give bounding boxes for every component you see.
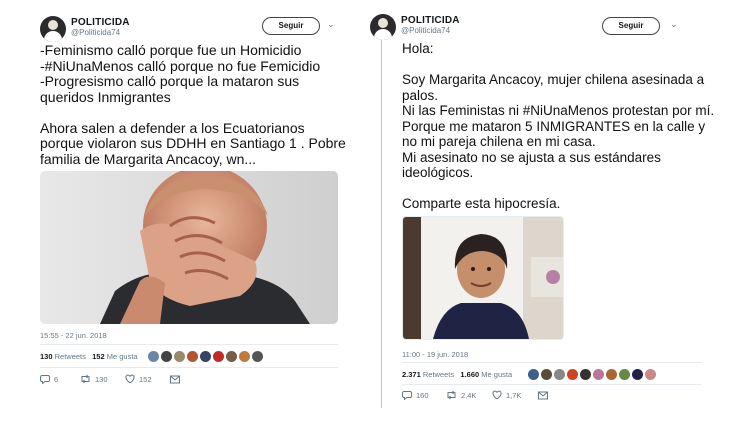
chevron-down-icon[interactable]: ⌄: [670, 19, 678, 30]
liker-avatar[interactable]: [174, 351, 185, 362]
likes-label[interactable]: Me gusta: [481, 370, 512, 379]
retweets-count[interactable]: 2.371: [402, 370, 421, 379]
like-button[interactable]: 1,7K: [492, 390, 538, 400]
engagement-stats: 130 Retweets 152 Me gusta: [40, 352, 138, 361]
retweet-button[interactable]: 130: [80, 374, 125, 384]
action-bar: 6 130 152: [40, 374, 190, 384]
message-button[interactable]: [170, 375, 180, 384]
retweets-label[interactable]: Retweets: [423, 370, 454, 379]
retweet-count: 2,4K: [461, 390, 477, 400]
reply-button[interactable]: 160: [402, 390, 446, 400]
likes-count[interactable]: 1.660: [460, 370, 479, 379]
reply-count: 6: [54, 374, 59, 384]
follow-button[interactable]: Seguir: [602, 17, 660, 35]
liker-avatar[interactable]: [567, 369, 578, 380]
divider: [381, 14, 382, 408]
retweets-label[interactable]: Retweets: [55, 352, 86, 361]
liker-avatar[interactable]: [554, 369, 565, 380]
reply-icon: [402, 391, 412, 400]
liker-avatar[interactable]: [593, 369, 604, 380]
engagement-stats: 2.371 Retweets 1.660 Me gusta: [402, 370, 512, 379]
handle[interactable]: @Politicida74: [401, 26, 450, 35]
heart-icon: [492, 390, 502, 400]
like-count: 152: [139, 374, 152, 384]
liker-avatar[interactable]: [187, 351, 198, 362]
facepalm-image: [40, 171, 338, 324]
separator: [40, 367, 338, 368]
separator: [402, 384, 702, 385]
like-button[interactable]: 152: [125, 374, 170, 384]
separator: [402, 362, 702, 363]
retweets-count[interactable]: 130: [40, 352, 53, 361]
likes-label[interactable]: Me gusta: [107, 352, 138, 361]
liker-avatar[interactable]: [200, 351, 211, 362]
chevron-down-icon[interactable]: ⌄: [327, 19, 335, 30]
envelope-icon: [170, 375, 180, 383]
avatar[interactable]: [40, 16, 66, 42]
liker-avatar[interactable]: [528, 369, 539, 380]
like-count: 1,7K: [506, 390, 522, 400]
reply-count: 160: [416, 390, 429, 400]
retweet-icon: [81, 374, 90, 384]
retweet-button[interactable]: 2,4K: [446, 390, 492, 400]
avatar[interactable]: [370, 14, 396, 40]
heart-icon: [125, 374, 135, 384]
display-name[interactable]: POLITICIDA: [71, 17, 130, 28]
liker-avatar[interactable]: [252, 351, 263, 362]
likers-avatars[interactable]: [528, 369, 656, 380]
follow-button[interactable]: Seguir: [262, 17, 320, 35]
tweet-text: Hola: Soy Margarita Ancacoy, mujer chile…: [402, 41, 715, 211]
liker-avatar[interactable]: [580, 369, 591, 380]
retweet-icon: [447, 390, 456, 400]
liker-avatar[interactable]: [541, 369, 552, 380]
likers-avatars[interactable]: [148, 351, 263, 362]
envelope-icon: [538, 391, 548, 399]
liker-avatar[interactable]: [161, 351, 172, 362]
tweet-card-1: POLITICIDA @Politicida74 Seguir ⌄ -Femin…: [0, 0, 380, 436]
liker-avatar[interactable]: [632, 369, 643, 380]
liker-avatar[interactable]: [213, 351, 224, 362]
reply-icon: [40, 375, 50, 384]
timestamp[interactable]: 15:55 - 22 jun. 2018: [40, 331, 107, 340]
tweet-card-2: POLITICIDA @Politicida74 Seguir ⌄ Hola: …: [370, 0, 744, 436]
liker-avatar[interactable]: [148, 351, 159, 362]
retweet-count: 130: [95, 374, 108, 384]
reply-button[interactable]: 6: [40, 374, 80, 384]
tweet-photo-portrait[interactable]: [402, 216, 564, 340]
liker-avatar[interactable]: [619, 369, 630, 380]
separator: [40, 344, 338, 345]
tweet-text: -Feminismo calló porque fue un Homicidio…: [40, 42, 346, 167]
timestamp[interactable]: 11:00 - 19 jun. 2018: [402, 350, 468, 359]
message-button[interactable]: [538, 391, 548, 400]
handle[interactable]: @Politicida74: [71, 28, 120, 37]
tweet-photo-facepalm[interactable]: [40, 171, 338, 324]
liker-avatar[interactable]: [645, 369, 656, 380]
display-name[interactable]: POLITICIDA: [401, 15, 460, 26]
liker-avatar[interactable]: [239, 351, 250, 362]
portrait-image: [403, 217, 563, 339]
likes-count[interactable]: 152: [92, 352, 105, 361]
liker-avatar[interactable]: [226, 351, 237, 362]
liker-avatar[interactable]: [606, 369, 617, 380]
action-bar: 160 2,4K 1,7K: [402, 390, 562, 400]
